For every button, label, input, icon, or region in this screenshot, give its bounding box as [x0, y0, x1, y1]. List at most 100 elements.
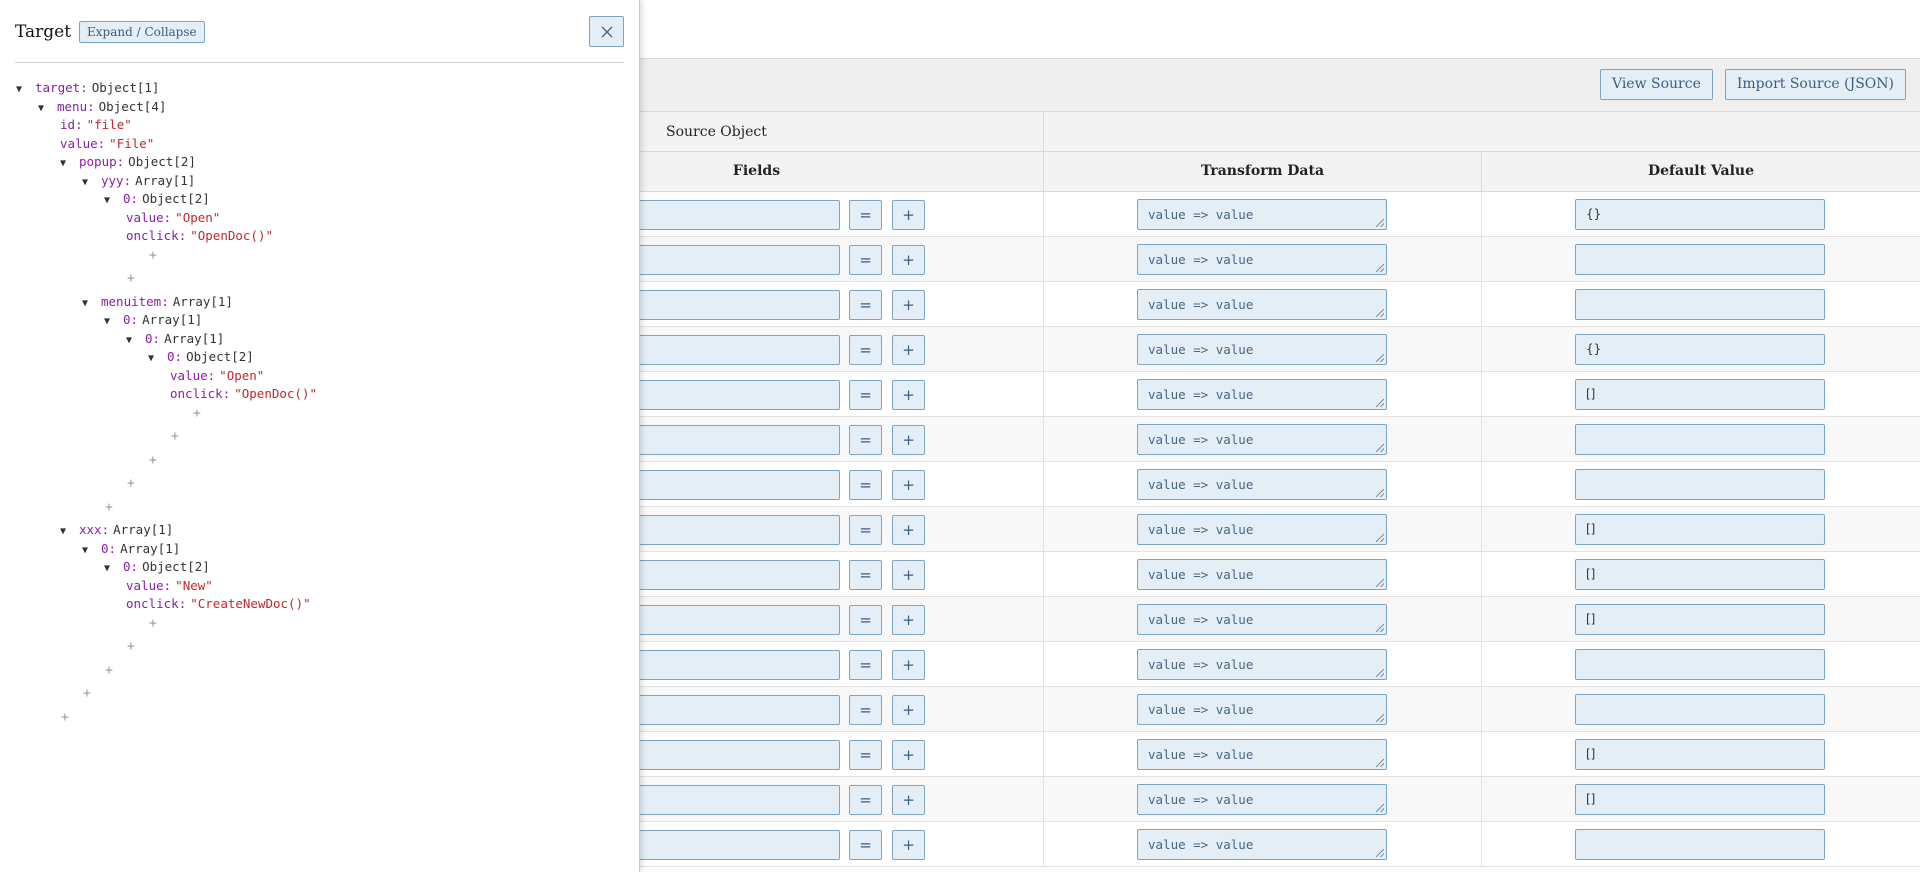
add-property-button[interactable]: + — [149, 248, 157, 263]
map-equal-button[interactable]: = — [849, 200, 882, 230]
triangle-down-icon[interactable]: ▼ — [82, 542, 96, 560]
transform-data-input[interactable]: value => value — [1137, 649, 1387, 680]
transform-data-input[interactable]: value => value — [1137, 334, 1387, 365]
default-value-input[interactable]: [] — [1575, 559, 1825, 590]
map-equal-button[interactable]: = — [849, 290, 882, 320]
transform-data-input[interactable]: value => value — [1137, 199, 1387, 230]
triangle-down-icon[interactable]: ▼ — [82, 295, 96, 313]
add-property-button[interactable]: + — [105, 663, 113, 678]
map-equal-button[interactable]: = — [849, 830, 882, 860]
default-value-input[interactable] — [1575, 469, 1825, 500]
map-equal-button[interactable]: = — [849, 740, 882, 770]
transform-data-input[interactable]: value => value — [1137, 694, 1387, 725]
map-equal-button[interactable]: = — [849, 695, 882, 725]
tree-add-row: + — [149, 614, 157, 632]
default-value-input[interactable] — [1575, 694, 1825, 725]
tree-colon: : — [163, 209, 172, 225]
transform-data-input[interactable]: value => value — [1137, 424, 1387, 455]
tree-key: value — [126, 577, 164, 593]
tree-colon: : — [101, 522, 110, 537]
add-property-button[interactable]: + — [105, 500, 113, 515]
add-field-button[interactable]: + — [892, 560, 925, 590]
triangle-down-icon[interactable]: ▼ — [148, 350, 162, 368]
triangle-down-icon[interactable]: ▼ — [38, 100, 52, 118]
map-equal-button[interactable]: = — [849, 605, 882, 635]
add-field-button[interactable]: + — [892, 695, 925, 725]
add-field-button[interactable]: + — [892, 605, 925, 635]
add-property-button[interactable]: + — [61, 710, 69, 725]
triangle-down-icon[interactable]: ▼ — [60, 155, 74, 173]
add-field-button[interactable]: + — [892, 245, 925, 275]
import-source-json-button[interactable]: Import Source (JSON) — [1724, 69, 1906, 100]
default-value-input[interactable]: [] — [1575, 379, 1825, 410]
transform-data-input[interactable]: value => value — [1137, 604, 1387, 635]
transform-data-input[interactable]: value => value — [1137, 469, 1387, 500]
add-property-button[interactable]: + — [149, 616, 157, 631]
default-value-input[interactable]: {} — [1575, 199, 1825, 230]
triangle-down-icon[interactable]: ▼ — [104, 192, 118, 210]
transform-data-input[interactable]: value => value — [1137, 784, 1387, 815]
map-equal-button[interactable]: = — [849, 245, 882, 275]
add-field-button[interactable]: + — [892, 425, 925, 455]
add-field-button[interactable]: + — [892, 200, 925, 230]
default-value-input[interactable] — [1575, 829, 1825, 860]
tree-key: 0 — [167, 349, 175, 364]
add-property-button[interactable]: + — [193, 406, 201, 421]
default-value-input[interactable]: [] — [1575, 739, 1825, 770]
add-field-button[interactable]: + — [892, 830, 925, 860]
add-field-button[interactable]: + — [892, 740, 925, 770]
transform-data-input[interactable]: value => value — [1137, 379, 1387, 410]
add-field-button[interactable]: + — [892, 290, 925, 320]
map-equal-button[interactable]: = — [849, 650, 882, 680]
default-value-input[interactable] — [1575, 649, 1825, 680]
transform-data-input[interactable]: value => value — [1137, 829, 1387, 860]
tree-node: ▼ menuitem: Array[1] — [82, 293, 233, 311]
map-equal-button[interactable]: = — [849, 425, 882, 455]
add-property-button[interactable]: + — [127, 271, 135, 286]
triangle-down-icon[interactable]: ▼ — [104, 313, 118, 331]
transform-data-input[interactable]: value => value — [1137, 289, 1387, 320]
add-property-button[interactable]: + — [127, 476, 135, 491]
tree-type: Object[2] — [142, 191, 210, 206]
transform-data-input[interactable]: value => value — [1137, 514, 1387, 545]
add-field-button[interactable]: + — [892, 470, 925, 500]
transform-data-input[interactable]: value => value — [1137, 559, 1387, 590]
default-value-input[interactable] — [1575, 289, 1825, 320]
add-field-button[interactable]: + — [892, 380, 925, 410]
column-divider — [1481, 822, 1482, 867]
tree-add-row: + — [105, 661, 113, 679]
map-equal-button[interactable]: = — [849, 785, 882, 815]
add-property-button[interactable]: + — [127, 639, 135, 654]
map-equal-button[interactable]: = — [849, 470, 882, 500]
column-divider — [1481, 327, 1482, 372]
add-field-button[interactable]: + — [892, 515, 925, 545]
map-equal-button[interactable]: = — [849, 335, 882, 365]
default-value-input[interactable]: {} — [1575, 334, 1825, 365]
triangle-down-icon[interactable]: ▼ — [126, 332, 140, 350]
add-field-button[interactable]: + — [892, 785, 925, 815]
add-field-button[interactable]: + — [892, 650, 925, 680]
column-divider — [1481, 777, 1482, 822]
map-equal-button[interactable]: = — [849, 380, 882, 410]
default-value-input[interactable] — [1575, 424, 1825, 455]
add-property-button[interactable]: + — [171, 429, 179, 444]
default-value-input[interactable] — [1575, 244, 1825, 275]
add-property-button[interactable]: + — [149, 453, 157, 468]
triangle-down-icon[interactable]: ▼ — [16, 81, 30, 99]
default-value-input[interactable]: [] — [1575, 514, 1825, 545]
tree-add-row: + — [105, 498, 113, 516]
map-equal-button[interactable]: = — [849, 515, 882, 545]
transform-data-input[interactable]: value => value — [1137, 244, 1387, 275]
triangle-down-icon[interactable]: ▼ — [82, 174, 96, 192]
triangle-down-icon[interactable]: ▼ — [60, 523, 74, 541]
add-field-button[interactable]: + — [892, 335, 925, 365]
default-value-input[interactable]: [] — [1575, 784, 1825, 815]
default-value-input[interactable]: [] — [1575, 604, 1825, 635]
triangle-down-icon[interactable]: ▼ — [104, 560, 118, 578]
view-source-button[interactable]: View Source — [1599, 69, 1713, 100]
transform-data-input[interactable]: value => value — [1137, 739, 1387, 770]
tree-key: onclick — [170, 386, 223, 401]
tree-node: ▼ target: Object[1] — [16, 79, 159, 97]
map-equal-button[interactable]: = — [849, 560, 882, 590]
add-property-button[interactable]: + — [83, 686, 91, 701]
